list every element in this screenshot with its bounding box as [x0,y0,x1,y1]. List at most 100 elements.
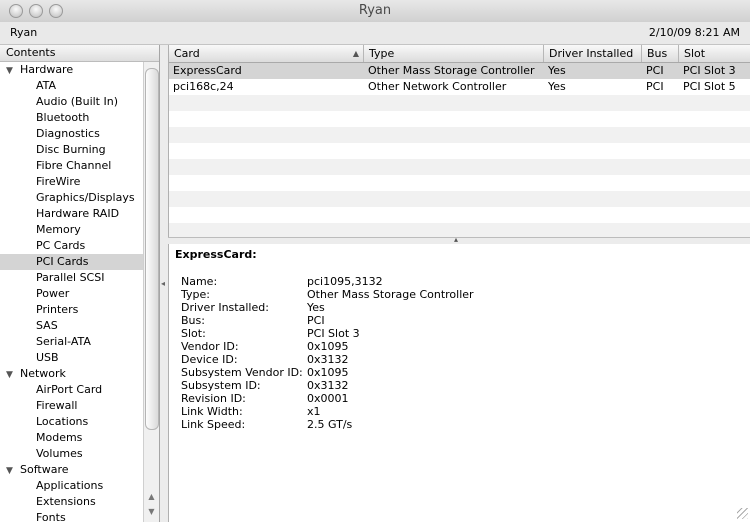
table-cell: Other Mass Storage Controller [368,64,535,77]
sidebar-group-label: Network [20,367,66,380]
scroll-down-arrow-icon[interactable]: ▼ [144,507,159,516]
detail-field-value: 0x3132 [307,379,349,392]
scroll-up-arrow-icon[interactable]: ▲ [144,492,159,501]
sidebar-item[interactable]: Extensions [0,494,143,510]
table-cell: PCI [646,64,664,77]
resize-grip-icon[interactable] [737,508,748,519]
table-cell: Other Network Controller [368,80,507,93]
sidebar-item[interactable]: Printers [0,302,143,318]
table-cell: pci168c,24 [173,80,234,93]
sidebar-item[interactable]: Fibre Channel [0,158,143,174]
detail-field-value: 0x1095 [307,340,349,353]
detail-field-value: PCI [307,314,325,327]
contents-header[interactable]: Contents [0,45,159,62]
table-cell: Yes [548,80,566,93]
detail-field-value: 0x1095 [307,366,349,379]
disclosure-triangle-icon[interactable]: ▼ [6,63,20,79]
detail-field-key: Link Speed: [181,418,246,431]
sidebar-item[interactable]: PC Cards [0,238,143,254]
table-row[interactable]: ExpressCard Other Mass Storage Controller… [169,63,750,79]
detail-field-value: PCI Slot 3 [307,327,360,340]
detail-field: Driver Installed: Yes [181,301,325,314]
contents-tree: ▼ Hardware ATA Audio (Built In) Bluetooth Dia… [0,62,143,522]
sidebar-item[interactable]: SAS [0,318,143,334]
sidebar-item[interactable]: Bluetooth [0,110,143,126]
table-row [169,127,750,143]
pci-cards-table: Card ▲ Type Driver Installed Bus Slot Exp… [168,45,750,239]
table-row [169,191,750,207]
sidebar-item[interactable]: Volumes [0,446,143,462]
sidebar-item[interactable]: ATA [0,78,143,94]
table-cell: ExpressCard [173,64,242,77]
splitter-grip-icon: ◂ [161,279,166,288]
detail-title: ExpressCard: [175,248,257,261]
detail-field-key: Link Width: [181,405,243,418]
sidebar-item[interactable]: USB [0,350,143,366]
sidebar-item[interactable]: Parallel SCSI [0,270,143,286]
disclosure-triangle-icon[interactable]: ▼ [6,463,20,479]
detail-field-value: 2.5 GT/s [307,418,353,431]
table-cell: Yes [548,64,566,77]
detail-field-key: Subsystem Vendor ID: [181,366,303,379]
sidebar-item[interactable]: Serial-ATA [0,334,143,350]
detail-field: Device ID: 0x3132 [181,353,349,366]
detail-field: Link Speed: 2.5 GT/s [181,418,352,431]
sidebar-scroll-thumb[interactable] [145,68,159,430]
sidebar-item[interactable]: Power [0,286,143,302]
sidebar-item[interactable]: Disc Burning [0,142,143,158]
detail-pane: ExpressCard: Name: pci1095,3132 Type: Other… [168,244,750,522]
window-title: Ryan [358,3,392,18]
table-cell: PCI [646,80,664,93]
disclosure-triangle-icon[interactable]: ▼ [6,367,20,383]
table-header: Card ▲ Type Driver Installed Bus Slot [169,45,750,63]
close-button[interactable] [9,4,23,18]
sidebar-item[interactable]: Locations [0,414,143,430]
info-bar: Ryan 2/10/09 8:21 AM [0,22,750,45]
sidebar-item[interactable]: Hardware RAID [0,206,143,222]
detail-field-value: Other Mass Storage Controller [307,288,474,301]
detail-field: Name: pci1095,3132 [181,275,383,288]
detail-field-key: Subsystem ID: [181,379,261,392]
sidebar-group-software[interactable]: ▼ Software [0,462,143,478]
detail-field-key: Bus: [181,314,205,327]
contents-sidebar: Contents ▼ Hardware ATA Audio (Built In) Blu… [0,45,160,522]
sidebar-group-hardware[interactable]: ▼ Hardware [0,62,143,78]
detail-field: Bus: PCI [181,314,325,327]
sidebar-item[interactable]: Graphics/Displays [0,190,143,206]
sidebar-item[interactable]: AirPort Card [0,382,143,398]
detail-field-key: Vendor ID: [181,340,239,353]
sidebar-item[interactable]: FireWire [0,174,143,190]
sidebar-item[interactable]: Firewall [0,398,143,414]
detail-field: Revision ID: 0x0001 [181,392,349,405]
detail-field-key: Driver Installed: [181,301,269,314]
vertical-splitter[interactable]: ◂ [160,45,168,522]
table-row [169,159,750,175]
detail-field-key: Slot: [181,327,206,340]
column-driver-installed[interactable]: Driver Installed [544,45,642,62]
sidebar-item[interactable]: Audio (Built In) [0,94,143,110]
table-row [169,111,750,127]
detail-field-key: Revision ID: [181,392,246,405]
sidebar-item[interactable]: Memory [0,222,143,238]
column-card[interactable]: Card ▲ [169,45,364,62]
column-bus[interactable]: Bus [642,45,679,62]
sidebar-item[interactable]: Diagnostics [0,126,143,142]
detail-field-value: 0x3132 [307,353,349,366]
minimize-button[interactable] [29,4,43,18]
zoom-button[interactable] [49,4,63,18]
sidebar-item[interactable]: Fonts [0,510,143,522]
detail-field: Type: Other Mass Storage Controller [181,288,474,301]
table-row [169,143,750,159]
table-cell: PCI Slot 5 [683,80,736,93]
column-type[interactable]: Type [364,45,544,62]
sidebar-item[interactable]: PCI Cards [0,254,143,270]
sidebar-item[interactable]: Modems [0,430,143,446]
sidebar-item[interactable]: Applications [0,478,143,494]
table-row[interactable]: pci168c,24 Other Network Controller Yes PCI… [169,79,750,95]
table-row [169,95,750,111]
detail-field-key: Device ID: [181,353,238,366]
sidebar-group-network[interactable]: ▼ Network [0,366,143,382]
column-slot[interactable]: Slot [679,45,750,62]
sidebar-scrollbar[interactable]: ▲ ▼ [143,62,159,522]
sidebar-group-label: Software [20,463,69,476]
